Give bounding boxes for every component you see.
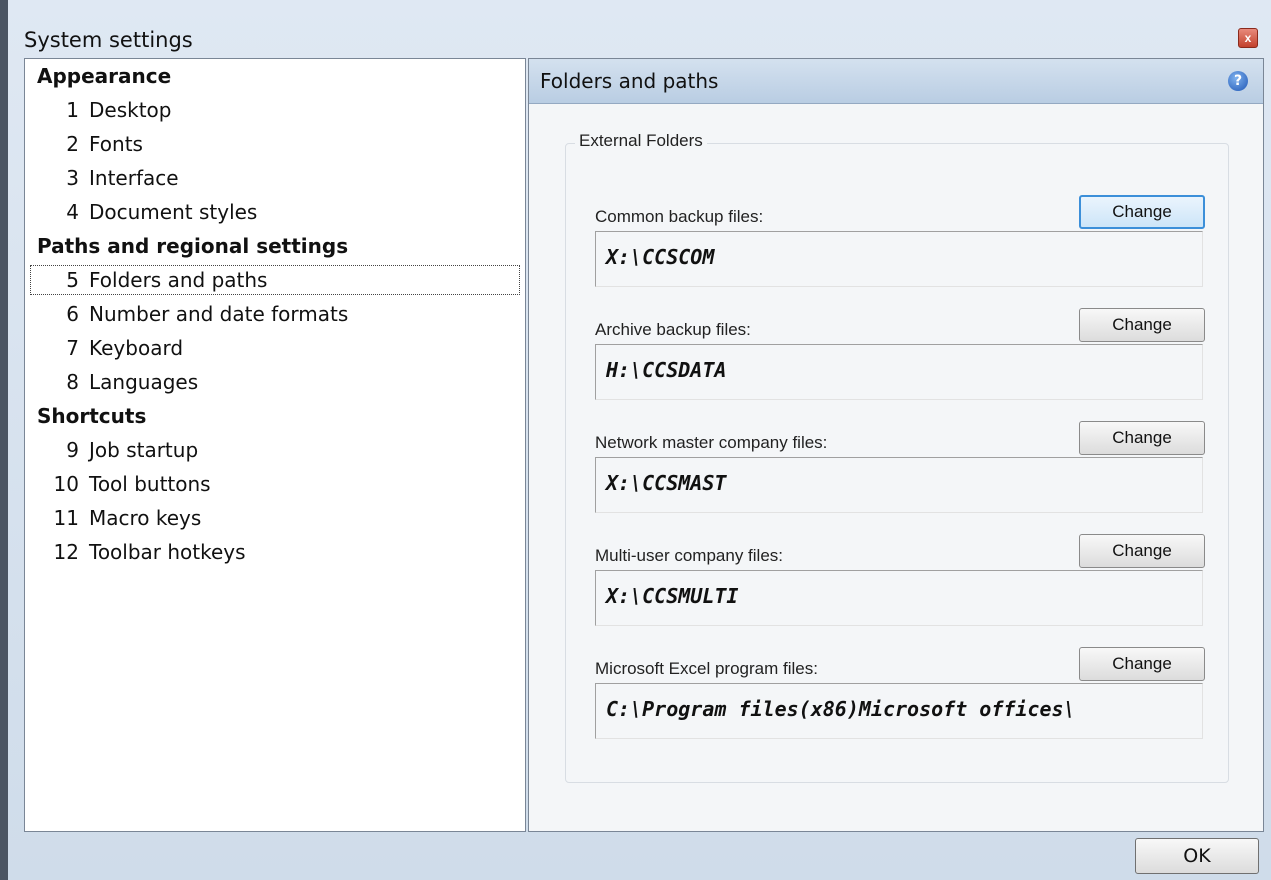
path-value: X:\CCSCOM (606, 245, 715, 269)
nav-item-number-date-formats[interactable]: 6 Number and date formats (25, 297, 525, 331)
title-bar[interactable]: System settings (10, 0, 1271, 56)
nav-item-label: Tool buttons (89, 472, 211, 496)
window-title: System settings (24, 28, 193, 52)
settings-nav-tree: Appearance 1 Desktop 2 Fonts 3 Interface 4D… (24, 58, 526, 832)
nav-item-number: 1 (66, 98, 79, 122)
nav-item-document-styles[interactable]: 4 Document styles (25, 195, 525, 229)
panel-title: Folders and paths (540, 69, 719, 93)
nav-group-appearance[interactable]: Appearance (25, 59, 525, 93)
nav-item-label: Fonts (89, 132, 143, 156)
nav-item-label: Folders and paths (89, 268, 268, 292)
field-label: Multi-user company files: (595, 546, 784, 565)
excel-program-path-field[interactable]: C:\Program files(x86)Microsoft offices\ (595, 683, 1203, 739)
network-master-path-field[interactable]: X:\CCSMAST (595, 457, 1203, 513)
change-common-backup-button[interactable]: Change (1079, 195, 1205, 229)
panel-header: Folders and paths ? (529, 59, 1263, 104)
path-value: H:\CCSDATA (606, 358, 727, 382)
nav-item-number: 9 (66, 438, 79, 462)
nav-item-macro-keys[interactable]: 11 Macro keys (25, 501, 525, 535)
change-excel-program-button[interactable]: Change (1079, 647, 1205, 681)
folders-and-paths-panel: Folders and paths ? External Folders Com… (528, 58, 1264, 832)
nav-item-number: 11 (53, 506, 79, 530)
nav-item-number: 3 (66, 166, 79, 190)
nav-item-number: 12 (53, 540, 79, 564)
field-label: Common backup files: (595, 207, 764, 226)
multi-user-path-field[interactable]: X:\CCSMULTI (595, 570, 1203, 626)
ok-button[interactable]: OK (1135, 838, 1259, 874)
external-folders-legend: External Folders (575, 131, 707, 151)
nav-item-desktop[interactable]: 1 Desktop (25, 93, 525, 127)
nav-item-interface[interactable]: 3 Interface (25, 161, 525, 195)
common-backup-path-field[interactable]: X:\CCSCOM (595, 231, 1203, 287)
nav-item-label: Desktop (89, 98, 172, 122)
path-value: X:\CCSMULTI (606, 584, 739, 608)
nav-item-number: 10 (53, 472, 79, 496)
field-label: Network master company files: (595, 433, 828, 452)
system-settings-window: System settings x Appearance 1 Desktop 2F… (0, 0, 1271, 880)
nav-item-number: 6 (66, 302, 79, 326)
help-icon[interactable]: ? (1228, 71, 1248, 91)
change-archive-backup-button[interactable]: Change (1079, 308, 1205, 342)
nav-item-label: Job startup (89, 438, 199, 462)
nav-item-tool-buttons[interactable]: 10 Tool buttons (25, 467, 525, 501)
nav-item-number: 7 (66, 336, 79, 360)
nav-item-number: 4 (66, 200, 79, 224)
nav-item-number: 2 (66, 132, 79, 156)
nav-item-label: Number and date formats (89, 302, 349, 326)
close-icon[interactable]: x (1238, 28, 1258, 48)
nav-item-label: Keyboard (89, 336, 184, 360)
nav-item-label: Macro keys (89, 506, 202, 530)
nav-group-paths-regional[interactable]: Paths and regional settings (25, 229, 525, 263)
field-label: Microsoft Excel program files: (595, 659, 818, 678)
nav-item-fonts[interactable]: 2 Fonts (25, 127, 525, 161)
nav-item-toolbar-hotkeys[interactable]: 12 Toolbar hotkeys (25, 535, 525, 569)
window-left-edge (0, 0, 8, 880)
path-value: X:\CCSMAST (606, 471, 727, 495)
field-label: Archive backup files: (595, 320, 751, 339)
nav-item-label: Interface (89, 166, 179, 190)
nav-item-label: Languages (89, 370, 199, 394)
archive-backup-path-field[interactable]: H:\CCSDATA (595, 344, 1203, 400)
nav-item-label: Toolbar hotkeys (89, 540, 246, 564)
nav-item-job-startup[interactable]: 9 Job startup (25, 433, 525, 467)
nav-item-folders-and-paths[interactable]: 5 Folders and paths (28, 263, 522, 297)
change-network-master-button[interactable]: Change (1079, 421, 1205, 455)
path-value: C:\Program files(x86)Microsoft offices\ (606, 697, 1076, 721)
nav-item-number: 8 (66, 370, 79, 394)
nav-item-keyboard[interactable]: 7 Keyboard (25, 331, 525, 365)
nav-item-label: Document styles (89, 200, 258, 224)
nav-item-number: 5 (66, 268, 79, 292)
nav-item-languages[interactable]: 8 Languages (25, 365, 525, 399)
change-multi-user-button[interactable]: Change (1079, 534, 1205, 568)
nav-group-shortcuts[interactable]: Shortcuts (25, 399, 525, 433)
